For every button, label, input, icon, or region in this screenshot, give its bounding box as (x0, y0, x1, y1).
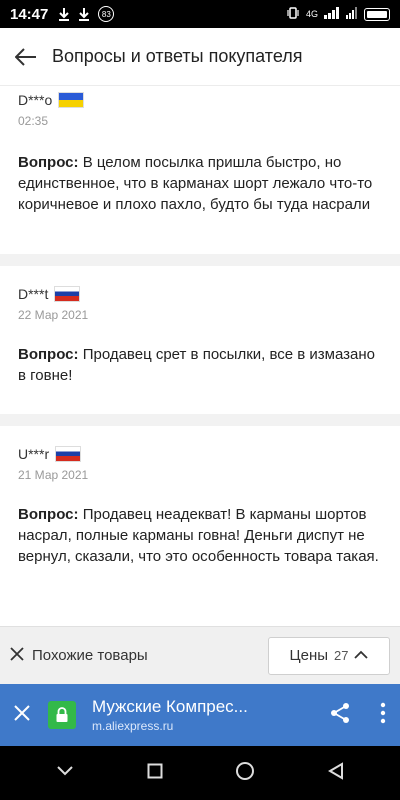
prices-button[interactable]: Цены 27 (268, 636, 390, 675)
download-icon (78, 7, 90, 21)
browser-bar: Мужские Компрес... m.aliexpress.ru (0, 684, 400, 746)
lock-icon (48, 701, 76, 729)
question-text-block: Вопрос: В целом посылка пришла быстро, н… (18, 152, 382, 215)
question-label: Вопрос: (18, 346, 79, 363)
question-card: D***o 02:35 Вопрос: В целом посылка приш… (0, 86, 400, 254)
question-username: U***r (18, 446, 50, 462)
questions-list[interactable]: D***o 02:35 Вопрос: В целом посылка приш… (0, 86, 400, 626)
app-header: Вопросы и ответы покупателя (0, 28, 400, 86)
question-username: D***o (18, 92, 53, 108)
tab-info[interactable]: Мужские Компрес... m.aliexpress.ru (92, 697, 248, 733)
question-date: 21 Мар 2021 (18, 468, 89, 482)
ru-flag-icon (55, 446, 82, 462)
chevron-down-icon[interactable] (56, 764, 74, 782)
prices-count: 27 (334, 648, 349, 663)
question-card: D***t 22 Мар 2021 Вопрос: Продавец срет … (0, 266, 400, 414)
similar-products-label: Похожие товары (32, 647, 148, 664)
vibrate-icon (286, 6, 300, 22)
question-label: Вопрос: (18, 154, 79, 171)
android-nav-bar (0, 746, 400, 800)
question-username: D***t (18, 286, 49, 302)
battery-icon (364, 7, 390, 21)
back-arrow-icon[interactable] (14, 45, 38, 69)
question-date: 22 Мар 2021 (18, 308, 89, 322)
similar-products-button[interactable]: Похожие товары (10, 646, 148, 665)
page-title: Вопросы и ответы покупателя (52, 46, 303, 66)
prices-label: Цены (289, 647, 329, 664)
status-bar: 14:47 83 4G (0, 0, 400, 28)
ua-flag-icon (58, 92, 85, 108)
question-card: U***r 21 Мар 2021 Вопрос: Продавец неаде… (0, 426, 400, 626)
notification-count-badge: 83 (98, 6, 115, 22)
tab-url: m.aliexpress.ru (92, 719, 174, 733)
signal-icon (346, 7, 358, 21)
close-icon[interactable] (10, 646, 24, 665)
share-icon[interactable] (330, 702, 350, 729)
status-time: 14:47 (10, 5, 49, 23)
ru-flag-icon (54, 286, 81, 302)
network-type: 4G (305, 9, 318, 19)
tab-title: Мужские Компрес... (92, 697, 248, 716)
home-icon[interactable] (235, 761, 255, 786)
question-text-block: Вопрос: Продавец неадекват! В карманы шо… (18, 504, 382, 567)
question-text-block: Вопрос: Продавец срет в посылки, все в и… (18, 344, 382, 386)
signal-icon (324, 7, 340, 21)
recent-apps-icon[interactable] (147, 763, 163, 784)
close-tab-icon[interactable] (14, 704, 30, 726)
similar-products-bar: Похожие товары Цены 27 (0, 626, 400, 684)
back-icon[interactable] (327, 761, 344, 785)
download-icon (58, 7, 70, 21)
more-options-icon[interactable] (380, 702, 386, 729)
chevron-up-icon (354, 647, 369, 664)
question-label: Вопрос: (18, 506, 79, 523)
question-date: 02:35 (18, 114, 49, 128)
